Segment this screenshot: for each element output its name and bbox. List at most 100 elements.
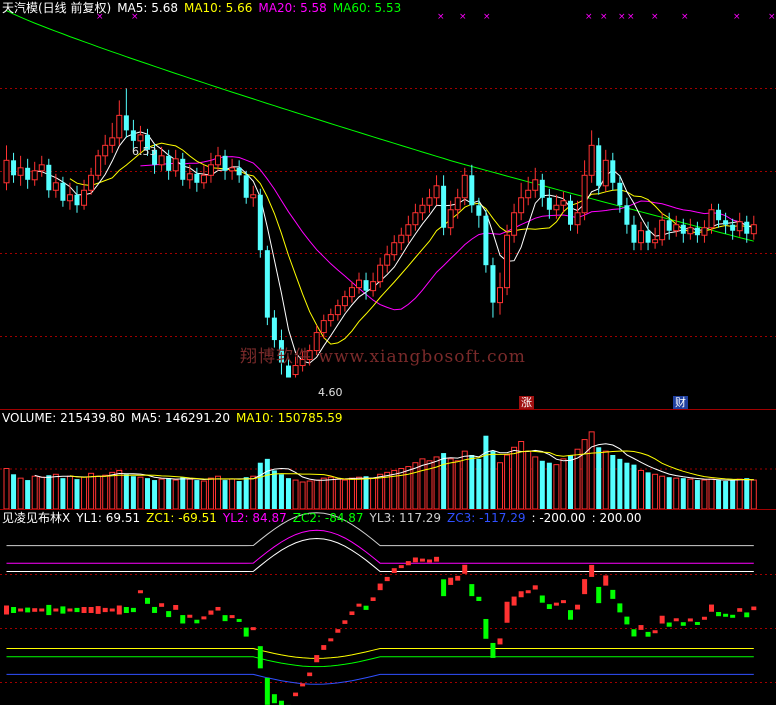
candle-body [158, 155, 165, 166]
candle-body [610, 160, 616, 183]
candle-body [130, 130, 136, 141]
indicator-bar [730, 614, 736, 618]
candle-body [166, 155, 172, 171]
indicator-bar [342, 620, 348, 624]
indicator-bar [4, 605, 9, 615]
vol-ma5-label: MA5: 146291.20 [131, 411, 230, 425]
candle-body [25, 167, 31, 180]
candle-body [680, 224, 686, 234]
candle-body [631, 224, 637, 243]
volume-bar [137, 476, 144, 510]
volume-bar [320, 477, 327, 510]
volume-bar [490, 451, 496, 509]
indicator-bar [497, 638, 503, 645]
volume-bar [74, 479, 80, 509]
volume-bar [532, 456, 539, 510]
volume-bar [130, 476, 136, 509]
candle-body [687, 227, 694, 235]
x-marker: × [733, 12, 741, 22]
candle-body [222, 155, 228, 171]
price-panel[interactable]: × × × × × × × × × × × × × 天汽模(日线 前复权) MA5: 5.68 MA10: … [0, 0, 776, 410]
volume-bar [708, 478, 715, 510]
indicator-bar [709, 604, 714, 612]
volume-bar [341, 479, 348, 510]
indicator-bar [511, 596, 517, 606]
volume-panel[interactable]: VOLUME: 215439.80 MA5: 146291.20 MA10: 150… [0, 410, 776, 510]
indicator-bar [405, 561, 411, 566]
candle-body [532, 179, 539, 191]
indicator-chart[interactable] [0, 510, 776, 705]
volume-bar [286, 478, 291, 509]
yl1-line [6, 537, 754, 572]
indicator-bar [370, 597, 376, 601]
volume-bar [38, 476, 45, 510]
volume-bar [723, 481, 729, 509]
candle-body [659, 219, 666, 241]
x-marker: × [618, 12, 626, 22]
candle-body [490, 265, 496, 303]
x-marker: × [600, 12, 608, 22]
volume-bar [659, 475, 666, 510]
volume-bar [271, 470, 277, 509]
ma5-label: MA5: 5.68 [117, 1, 178, 15]
candle-body [207, 164, 214, 176]
volume-bar [243, 477, 249, 509]
indicator-bar [525, 590, 531, 594]
volume-bar [158, 478, 165, 510]
indicator-bar [271, 694, 277, 704]
vol-ma10-label: MA10: 150785.59 [235, 411, 343, 425]
candle-body [194, 173, 200, 183]
candle-body [539, 179, 545, 198]
volume-bar [46, 475, 52, 509]
indicator-bar [377, 583, 383, 591]
candle-body [31, 170, 38, 181]
indicator-bar [384, 576, 390, 582]
candle-body [708, 209, 715, 229]
candle-body [497, 287, 503, 304]
volume-bar [313, 479, 320, 510]
volume-bar [560, 458, 567, 510]
volume-bar [88, 472, 95, 510]
ma10-label: MA10: 5.66 [183, 1, 253, 15]
volume-bar [264, 458, 270, 509]
indicator-bar [152, 606, 158, 613]
volume-bar [539, 460, 545, 509]
indicator-bar [568, 610, 573, 620]
candle-body [574, 212, 581, 226]
volume-bar [17, 477, 24, 510]
candle-body [320, 320, 327, 334]
indicator-bar [448, 577, 454, 585]
x-marker: × [437, 12, 445, 22]
high-price-label: 6.53 [132, 145, 157, 158]
candle-body [461, 174, 468, 199]
candle-body [546, 197, 552, 210]
indicator-bar [307, 672, 313, 677]
volume-label: VOLUME: 215439.80 [2, 411, 125, 425]
volume-bar [483, 435, 489, 509]
indicator-bar [159, 603, 165, 607]
indicator-bar [74, 607, 80, 613]
indicator-bar [208, 610, 214, 615]
candle-body [645, 230, 651, 243]
indicator-bar [300, 683, 306, 687]
volume-bar [581, 439, 588, 510]
volume-chart[interactable] [0, 410, 776, 510]
tag-up-badge[interactable]: 涨 [519, 396, 534, 409]
volume-bar [363, 476, 369, 509]
indicator-bar [455, 575, 461, 581]
candle-body [426, 197, 433, 206]
indicator-bar [18, 608, 24, 612]
x-marker: × [627, 12, 635, 22]
candle-body [60, 182, 66, 201]
volume-bar [666, 477, 672, 509]
volume-bar [215, 475, 221, 510]
candle-body [341, 296, 348, 307]
indicator-panel[interactable]: 见凌见布林X YL1: 69.51 ZC1: -69.51 YL2: 84.87 ZC2… [0, 510, 776, 705]
volume-bar [95, 475, 102, 510]
volume-bar [172, 479, 179, 510]
indicator-bar [673, 618, 679, 622]
volume-bar [405, 466, 412, 510]
const1-label: : -200.00 [531, 511, 586, 525]
tag-finance-badge[interactable]: 财 [673, 396, 688, 409]
indicator-bar [391, 568, 397, 573]
